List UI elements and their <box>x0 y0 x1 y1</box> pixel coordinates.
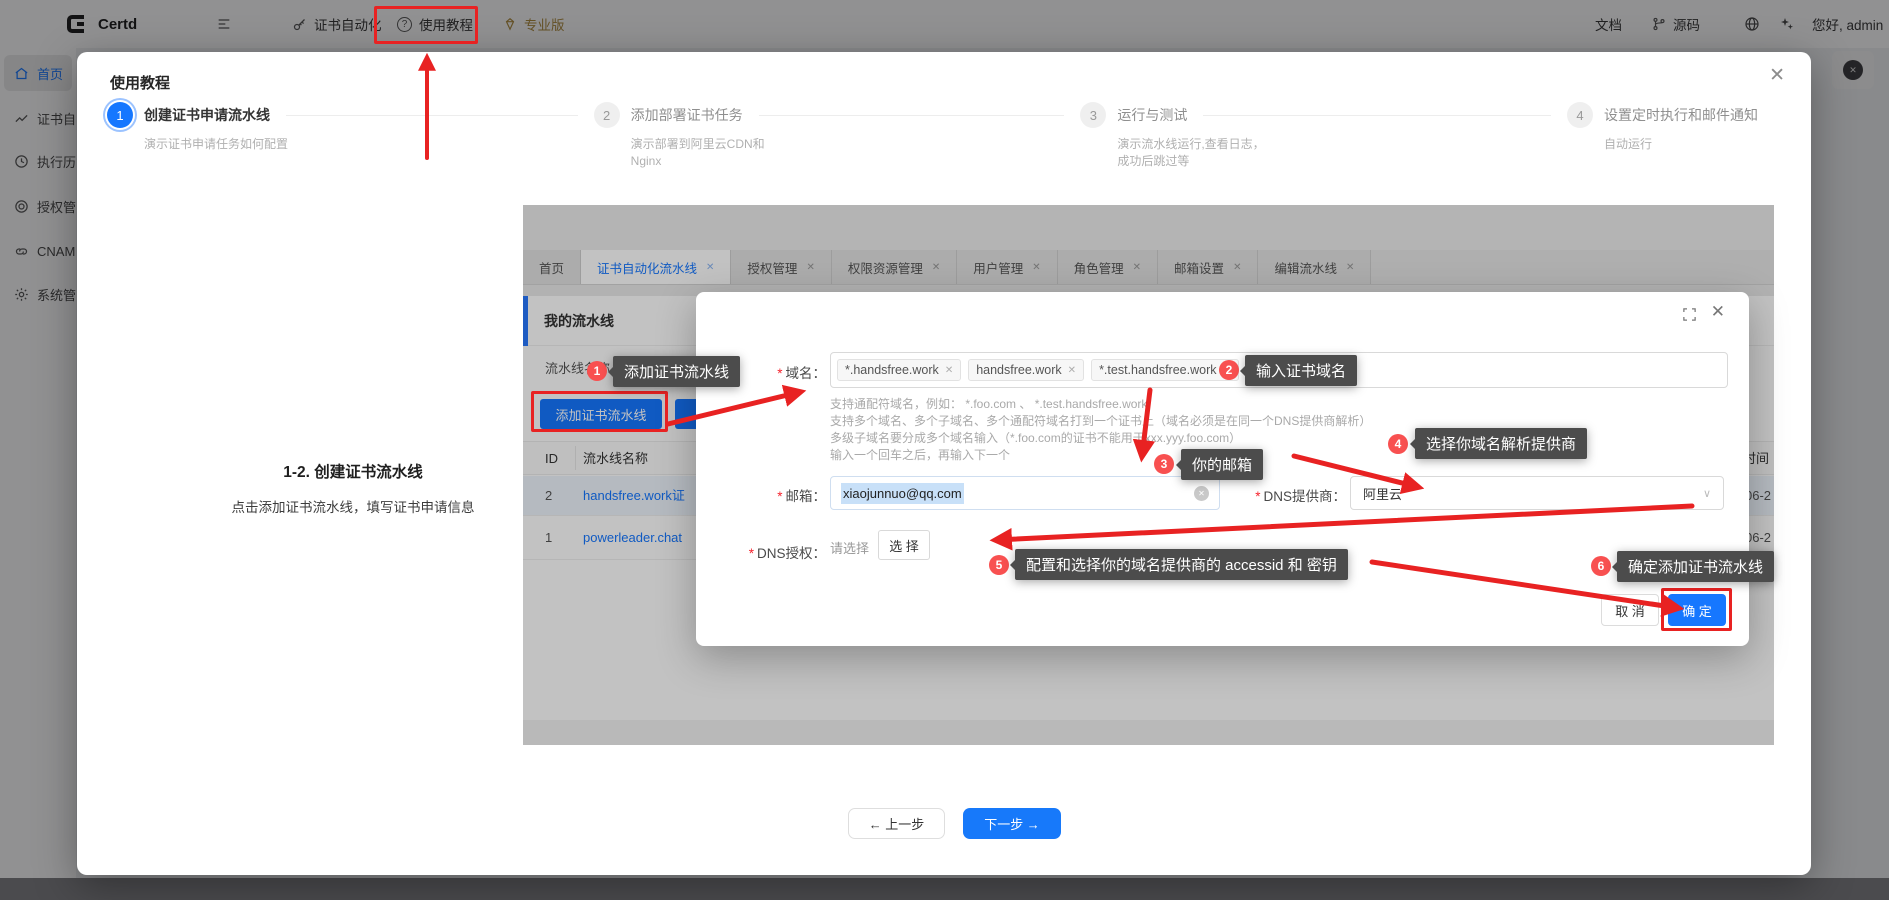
step-4-title: 设置定时执行和邮件通知 <box>1604 105 1758 125</box>
dns-provider-select[interactable]: 阿里云 ∨ <box>1350 476 1724 510</box>
domain-help-text: 支持通配符域名，例如： *.foo.com 、 *.test.handsfree… <box>830 396 1371 464</box>
dns-auth-choose-button[interactable]: 选 择 <box>878 530 930 560</box>
step-1: 1 创建证书申请流水线 演示证书申请任务如何配置 <box>107 102 594 170</box>
step-2-number: 2 <box>594 102 620 128</box>
prev-step-button[interactable]: ← 上一步 <box>848 808 945 839</box>
tutorial-close-icon[interactable]: ✕ <box>1769 64 1785 87</box>
step-3: 3 运行与测试 演示流水线运行,查看日志，成功后跳过等 <box>1080 102 1567 170</box>
clear-icon[interactable]: ✕ <box>1194 486 1209 501</box>
ok-button[interactable]: 确 定 <box>1668 594 1726 626</box>
step-2-title: 添加部署证书任务 <box>631 105 743 125</box>
dns-provider-label: *DNS提供商： <box>1216 485 1346 505</box>
dns-auth-placeholder: 请选择 <box>830 538 869 557</box>
step-1-number: 1 <box>107 102 133 128</box>
domain-label: *域名： <box>726 362 826 382</box>
tag-close-icon[interactable]: ✕ <box>945 365 953 376</box>
step-connector <box>759 115 1065 116</box>
dialog-close-icon[interactable]: ✕ <box>1711 302 1725 322</box>
tutorial-modal: 使用教程 ✕ 1 创建证书申请流水线 演示证书申请任务如何配置 2 添加部署证书… <box>77 52 1811 875</box>
dns-auth-label: *DNS授权： <box>716 542 826 562</box>
tutorial-title: 使用教程 <box>110 72 170 93</box>
tag-close-icon[interactable]: ✕ <box>1068 365 1076 376</box>
step-connector <box>1203 115 1551 116</box>
domain-tag: *.handsfree.work✕ <box>837 359 961 381</box>
step-connector <box>286 115 578 116</box>
cancel-button[interactable]: 取 消 <box>1601 594 1659 626</box>
next-step-button[interactable]: 下一步 → <box>963 808 1061 839</box>
dns-provider-value: 阿里云 <box>1363 484 1402 503</box>
email-value: xiaojunnuo@qq.com <box>841 483 964 504</box>
add-pipeline-dialog: ✕ *域名： *.handsfree.work✕ handsfree.work✕… <box>696 292 1749 646</box>
tag-close-icon[interactable]: ✕ <box>1222 365 1230 376</box>
tutorial-steps: 1 创建证书申请流水线 演示证书申请任务如何配置 2 添加部署证书任务 演示部署… <box>107 102 1775 170</box>
step-1-title: 创建证书申请流水线 <box>144 105 270 125</box>
section-desc: 点击添加证书流水线，填写证书申请信息 <box>195 496 511 516</box>
step-4: 4 设置定时执行和邮件通知 自动运行 <box>1567 102 1775 170</box>
domain-tag: handsfree.work✕ <box>968 359 1084 381</box>
step-2-desc: 演示部署到阿里云CDN和Nginx <box>631 136 781 170</box>
step-3-number: 3 <box>1080 102 1106 128</box>
step-4-desc: 自动运行 <box>1604 136 1754 153</box>
step-4-number: 4 <box>1567 102 1593 128</box>
chevron-down-icon: ∨ <box>1703 487 1711 500</box>
domain-tag: *.test.handsfree.work✕ <box>1091 359 1239 381</box>
step-3-title: 运行与测试 <box>1117 105 1187 125</box>
step-1-desc: 演示证书申请任务如何配置 <box>144 136 294 153</box>
step-2: 2 添加部署证书任务 演示部署到阿里云CDN和Nginx <box>594 102 1081 170</box>
step-section-text: 1-2. 创建证书流水线 点击添加证书流水线，填写证书申请信息 <box>195 460 511 516</box>
domain-tags-input[interactable]: *.handsfree.work✕ handsfree.work✕ *.test… <box>830 352 1728 388</box>
fullscreen-icon[interactable] <box>1682 307 1697 327</box>
email-label: *邮箱： <box>726 485 826 505</box>
section-heading: 1-2. 创建证书流水线 <box>195 460 511 482</box>
step-3-desc: 演示流水线运行,查看日志，成功后跳过等 <box>1117 136 1267 170</box>
email-field[interactable]: xiaojunnuo@qq.com ✕ <box>830 476 1220 510</box>
